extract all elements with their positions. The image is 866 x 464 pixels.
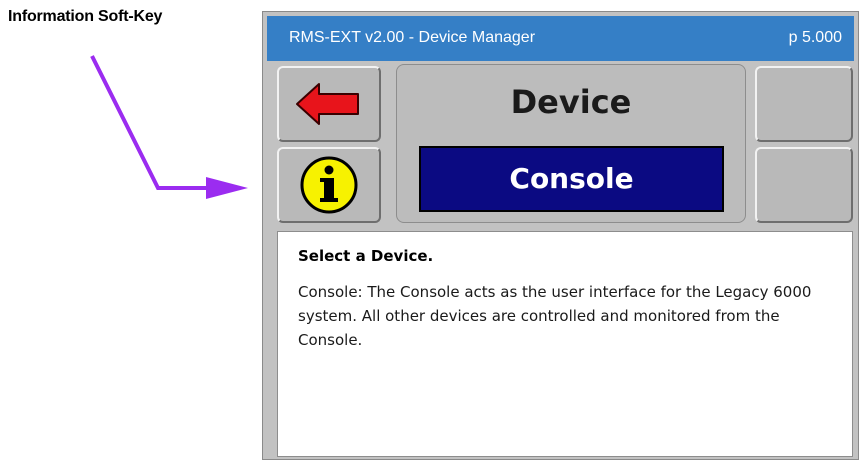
window-title: RMS-EXT v2.00 - Device Manager xyxy=(289,29,536,46)
yellow-info-icon xyxy=(300,156,358,214)
softkey-right-top[interactable] xyxy=(755,66,853,142)
information-button[interactable] xyxy=(277,147,381,223)
softkey-right-bottom[interactable] xyxy=(755,147,853,223)
page-number: p 5.000 xyxy=(788,29,842,46)
red-left-arrow-icon xyxy=(296,83,359,125)
help-heading: Select a Device. xyxy=(298,247,434,265)
help-body: Console: The Console acts as the user in… xyxy=(298,283,812,349)
device-select-field[interactable]: Console xyxy=(419,146,724,212)
help-text-panel: Select a Device. Console: The Console ac… xyxy=(277,231,853,457)
back-button[interactable] xyxy=(277,66,381,142)
device-screen: RMS-EXT v2.00 - Device Manager p 5.000 D… xyxy=(262,11,859,460)
title-bar: RMS-EXT v2.00 - Device Manager p 5.000 xyxy=(267,16,854,61)
callout-label: Information Soft-Key xyxy=(8,8,163,25)
device-selector-panel: Device Console xyxy=(396,64,746,223)
selector-heading: Device xyxy=(510,83,632,121)
